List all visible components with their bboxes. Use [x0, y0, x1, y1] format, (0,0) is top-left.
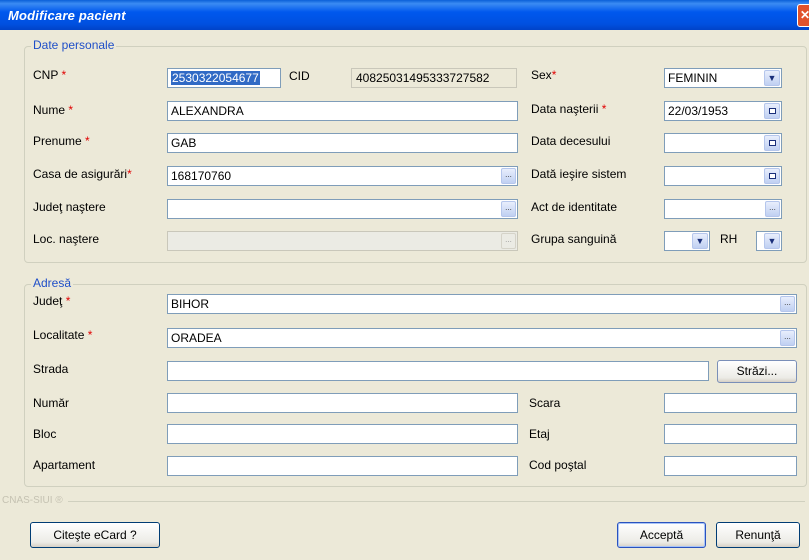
localitate-picker-button[interactable]: ...	[780, 330, 795, 346]
judet-nastere-input[interactable]: ...	[167, 199, 518, 219]
judet-value: BIHOR	[171, 297, 210, 311]
sex-select[interactable]: FEMININ ▼	[664, 68, 782, 88]
apartament-input[interactable]	[167, 456, 518, 476]
address-legend: Adresă	[31, 276, 74, 290]
calendar-icon[interactable]	[764, 103, 780, 119]
chevron-down-icon[interactable]: ▼	[692, 233, 708, 249]
bloc-input[interactable]	[167, 424, 518, 444]
act-identitate-input[interactable]: ...	[664, 199, 782, 219]
casa-asigurari-picker-button[interactable]: ...	[501, 168, 516, 184]
window-title: Modificare pacient	[8, 8, 126, 23]
numar-input[interactable]	[167, 393, 518, 413]
scara-label: Scara	[529, 396, 561, 410]
footer-divider	[68, 501, 805, 502]
casa-asigurari-label: Casa de asigurări*	[33, 167, 132, 181]
judet-picker-button[interactable]: ...	[780, 296, 795, 312]
strada-input[interactable]	[167, 361, 709, 381]
title-bar[interactable]: Modificare pacient ✕	[0, 0, 809, 30]
personal-data-legend: Date personale	[31, 38, 117, 52]
loc-nastere-input: ...	[167, 231, 518, 251]
judet-input[interactable]: BIHOR ...	[167, 294, 797, 314]
strada-label: Strada	[33, 362, 69, 376]
cancel-button[interactable]: Renunţă	[716, 522, 800, 548]
close-button[interactable]: ✕	[797, 4, 809, 27]
localitate-input[interactable]: ORADEA ...	[167, 328, 797, 348]
data-decesului-label: Data decesului	[531, 134, 611, 148]
chevron-down-icon[interactable]: ▼	[764, 233, 780, 249]
judet-label: Judeţ *	[33, 294, 71, 308]
cod-postal-input[interactable]	[664, 456, 797, 476]
strazi-button[interactable]: Străzi...	[717, 360, 797, 383]
grupa-sanguina-select[interactable]: ▼	[664, 231, 710, 251]
rh-select[interactable]: ▼	[756, 231, 782, 251]
cod-postal-label: Cod poştal	[529, 458, 587, 472]
act-identitate-picker-button[interactable]: ...	[765, 201, 780, 217]
etaj-input[interactable]	[664, 424, 797, 444]
act-identitate-label: Act de identitate	[531, 200, 618, 214]
loc-nastere-picker-button: ...	[501, 233, 516, 249]
sex-value: FEMININ	[668, 71, 718, 85]
judet-nastere-label: Judeţ naştere	[33, 200, 106, 214]
cid-label: CID	[289, 69, 310, 83]
read-ecard-button[interactable]: Citeşte eCard ?	[30, 522, 160, 548]
cnp-label: CNP *	[33, 68, 67, 82]
numar-label: Număr	[33, 396, 70, 410]
calendar-icon[interactable]	[764, 135, 780, 151]
data-nasterii-input[interactable]: 22/03/1953	[664, 101, 782, 121]
data-decesului-input[interactable]	[664, 133, 782, 153]
rh-label: RH	[720, 232, 738, 246]
data-iesire-label: Dată ieşire sistem	[531, 167, 627, 181]
dialog-window: Modificare pacient ✕ Date personale CNP …	[0, 0, 809, 560]
casa-asigurari-value: 168170760	[171, 169, 232, 183]
etaj-label: Etaj	[529, 427, 550, 441]
scara-input[interactable]	[664, 393, 797, 413]
data-nasterii-label: Data naşterii *	[531, 102, 607, 116]
prenume-input[interactable]: GAB	[167, 133, 518, 153]
prenume-label: Prenume *	[33, 134, 90, 148]
localitate-label: Localitate *	[33, 328, 93, 342]
nume-label: Nume *	[33, 103, 74, 117]
loc-nastere-label: Loc. naştere	[33, 232, 100, 246]
bloc-label: Bloc	[33, 427, 57, 441]
data-iesire-input[interactable]	[664, 166, 782, 186]
cid-field: 40825031495333727582	[351, 68, 517, 88]
localitate-value: ORADEA	[171, 331, 222, 345]
calendar-icon[interactable]	[764, 168, 780, 184]
cnp-input[interactable]: 2530322054677	[167, 68, 281, 88]
brand-label: CNAS-SIUI ®	[2, 495, 63, 506]
grupa-sanguina-label: Grupa sanguină	[531, 232, 617, 246]
sex-label: Sex*	[531, 68, 557, 82]
data-nasterii-value: 22/03/1953	[668, 104, 729, 118]
casa-asigurari-input[interactable]: 168170760 ...	[167, 166, 518, 186]
judet-nastere-picker-button[interactable]: ...	[501, 201, 516, 217]
apartament-label: Apartament	[33, 458, 96, 472]
chevron-down-icon[interactable]: ▼	[764, 70, 780, 86]
nume-input[interactable]: ALEXANDRA	[167, 101, 518, 121]
accept-button[interactable]: Acceptă	[617, 522, 706, 548]
